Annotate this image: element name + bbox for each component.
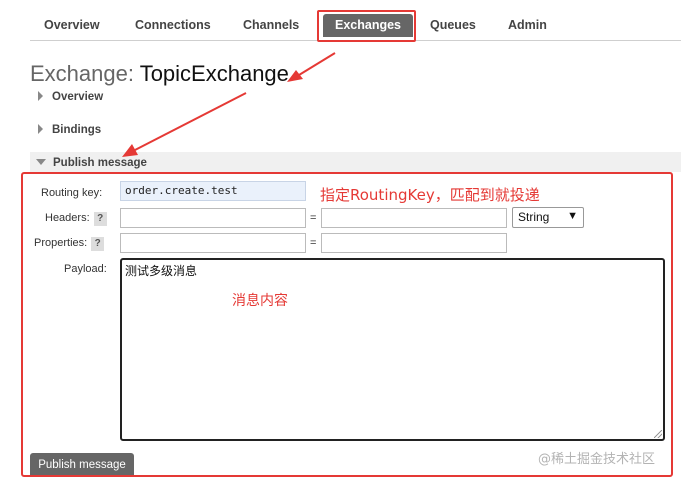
watermark: @稀土掘金技术社区 bbox=[538, 452, 656, 467]
arrow-to-title bbox=[287, 52, 336, 82]
annotation-arrows bbox=[122, 52, 336, 157]
arrow-to-publish-section bbox=[122, 92, 247, 157]
